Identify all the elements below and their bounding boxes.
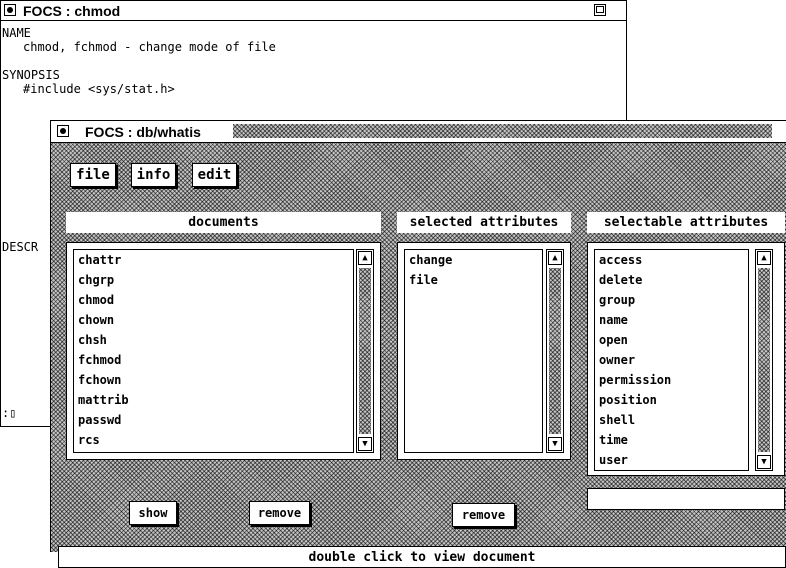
zoom-box-icon[interactable] xyxy=(594,4,606,16)
list-item[interactable]: shell xyxy=(595,410,748,430)
man-synopsis-heading: SYNOPSIS xyxy=(2,68,60,82)
list-item[interactable]: chmod xyxy=(74,290,353,310)
selectable-attributes-header: selectable attributes xyxy=(587,212,785,233)
scroll-track[interactable] xyxy=(549,268,561,434)
list-item[interactable]: permission xyxy=(595,370,748,390)
list-item[interactable]: delete xyxy=(595,270,748,290)
list-item[interactable]: chown xyxy=(74,310,353,330)
remove-attributes-button[interactable]: remove xyxy=(452,503,515,527)
list-item[interactable]: position xyxy=(595,390,748,410)
scroll-up-icon[interactable]: ▲ xyxy=(548,251,562,265)
list-item[interactable]: chattr xyxy=(74,250,353,270)
documents-list[interactable]: chattr chgrp chmod chown chsh fchmod fchown mat… xyxy=(73,249,354,453)
scroll-down-icon[interactable]: ▼ xyxy=(757,455,771,469)
whatis-window: FOCS : db/whatis file info edit document… xyxy=(50,120,786,568)
selected-attributes-pane: change file ▲ ▼ xyxy=(397,242,571,460)
list-item[interactable]: name xyxy=(595,310,748,330)
man-name-text: chmod, fchmod - change mode of file xyxy=(23,40,276,54)
show-button[interactable]: show xyxy=(129,501,177,525)
selected-attributes-scrollbar[interactable]: ▲ ▼ xyxy=(546,249,564,453)
list-item[interactable]: passwd xyxy=(74,410,353,430)
documents-pane: chattr chgrp chmod chown chsh fchmod fchown mat… xyxy=(66,242,381,460)
list-item[interactable]: fchown xyxy=(74,370,353,390)
scroll-up-icon[interactable]: ▲ xyxy=(358,251,372,265)
scroll-track[interactable] xyxy=(758,268,770,452)
list-item[interactable]: open xyxy=(595,330,748,350)
list-item[interactable]: owner xyxy=(595,350,748,370)
list-item[interactable]: chgrp xyxy=(74,270,353,290)
list-item[interactable]: rcs xyxy=(74,430,353,450)
list-item[interactable]: fchmod xyxy=(74,350,353,370)
remove-documents-button[interactable]: remove xyxy=(249,501,310,525)
man-prompt[interactable]: :▯ xyxy=(2,406,16,420)
man-window-title: FOCS : chmod xyxy=(23,3,121,19)
man-description-heading: DESCR xyxy=(2,240,39,254)
close-box-icon[interactable] xyxy=(4,4,16,16)
scroll-down-icon[interactable]: ▼ xyxy=(548,437,562,451)
selectable-attributes-scrollbar[interactable]: ▲ ▼ xyxy=(755,249,773,471)
edit-menu-button[interactable]: edit xyxy=(192,163,237,187)
title-stripes xyxy=(233,124,772,138)
selected-attributes-list[interactable]: change file xyxy=(404,249,543,453)
file-menu-button[interactable]: file xyxy=(70,163,116,187)
man-synopsis-text: #include <sys/stat.h> xyxy=(23,82,175,96)
info-menu-button[interactable]: info xyxy=(131,163,176,187)
selectable-attributes-pane: access delete group name open owner permission… xyxy=(587,242,785,476)
list-item[interactable]: mattrib xyxy=(74,390,353,410)
list-item[interactable]: group xyxy=(595,290,748,310)
list-item[interactable]: access xyxy=(595,250,748,270)
attribute-entry-field[interactable] xyxy=(587,488,785,510)
selected-attributes-header: selected attributes xyxy=(397,212,571,233)
scroll-up-icon[interactable]: ▲ xyxy=(757,251,771,265)
status-bar: double click to view document xyxy=(58,546,786,568)
man-window-titlebar[interactable]: FOCS : chmod xyxy=(1,1,626,21)
list-item[interactable]: user xyxy=(595,450,748,470)
list-item[interactable]: chsh xyxy=(74,330,353,350)
whatis-window-titlebar[interactable]: FOCS : db/whatis xyxy=(51,121,786,143)
scroll-track[interactable] xyxy=(359,268,371,434)
selectable-attributes-list[interactable]: access delete group name open owner permission… xyxy=(594,249,749,471)
whatis-window-title: FOCS : db/whatis xyxy=(85,124,201,140)
scroll-down-icon[interactable]: ▼ xyxy=(358,437,372,451)
list-item[interactable]: file xyxy=(405,270,542,290)
man-name-heading: NAME xyxy=(2,26,31,40)
documents-scrollbar[interactable]: ▲ ▼ xyxy=(356,249,374,453)
list-item[interactable]: change xyxy=(405,250,542,270)
documents-header: documents xyxy=(66,212,381,233)
list-item[interactable]: time xyxy=(595,430,748,450)
close-box-icon[interactable] xyxy=(57,125,69,137)
